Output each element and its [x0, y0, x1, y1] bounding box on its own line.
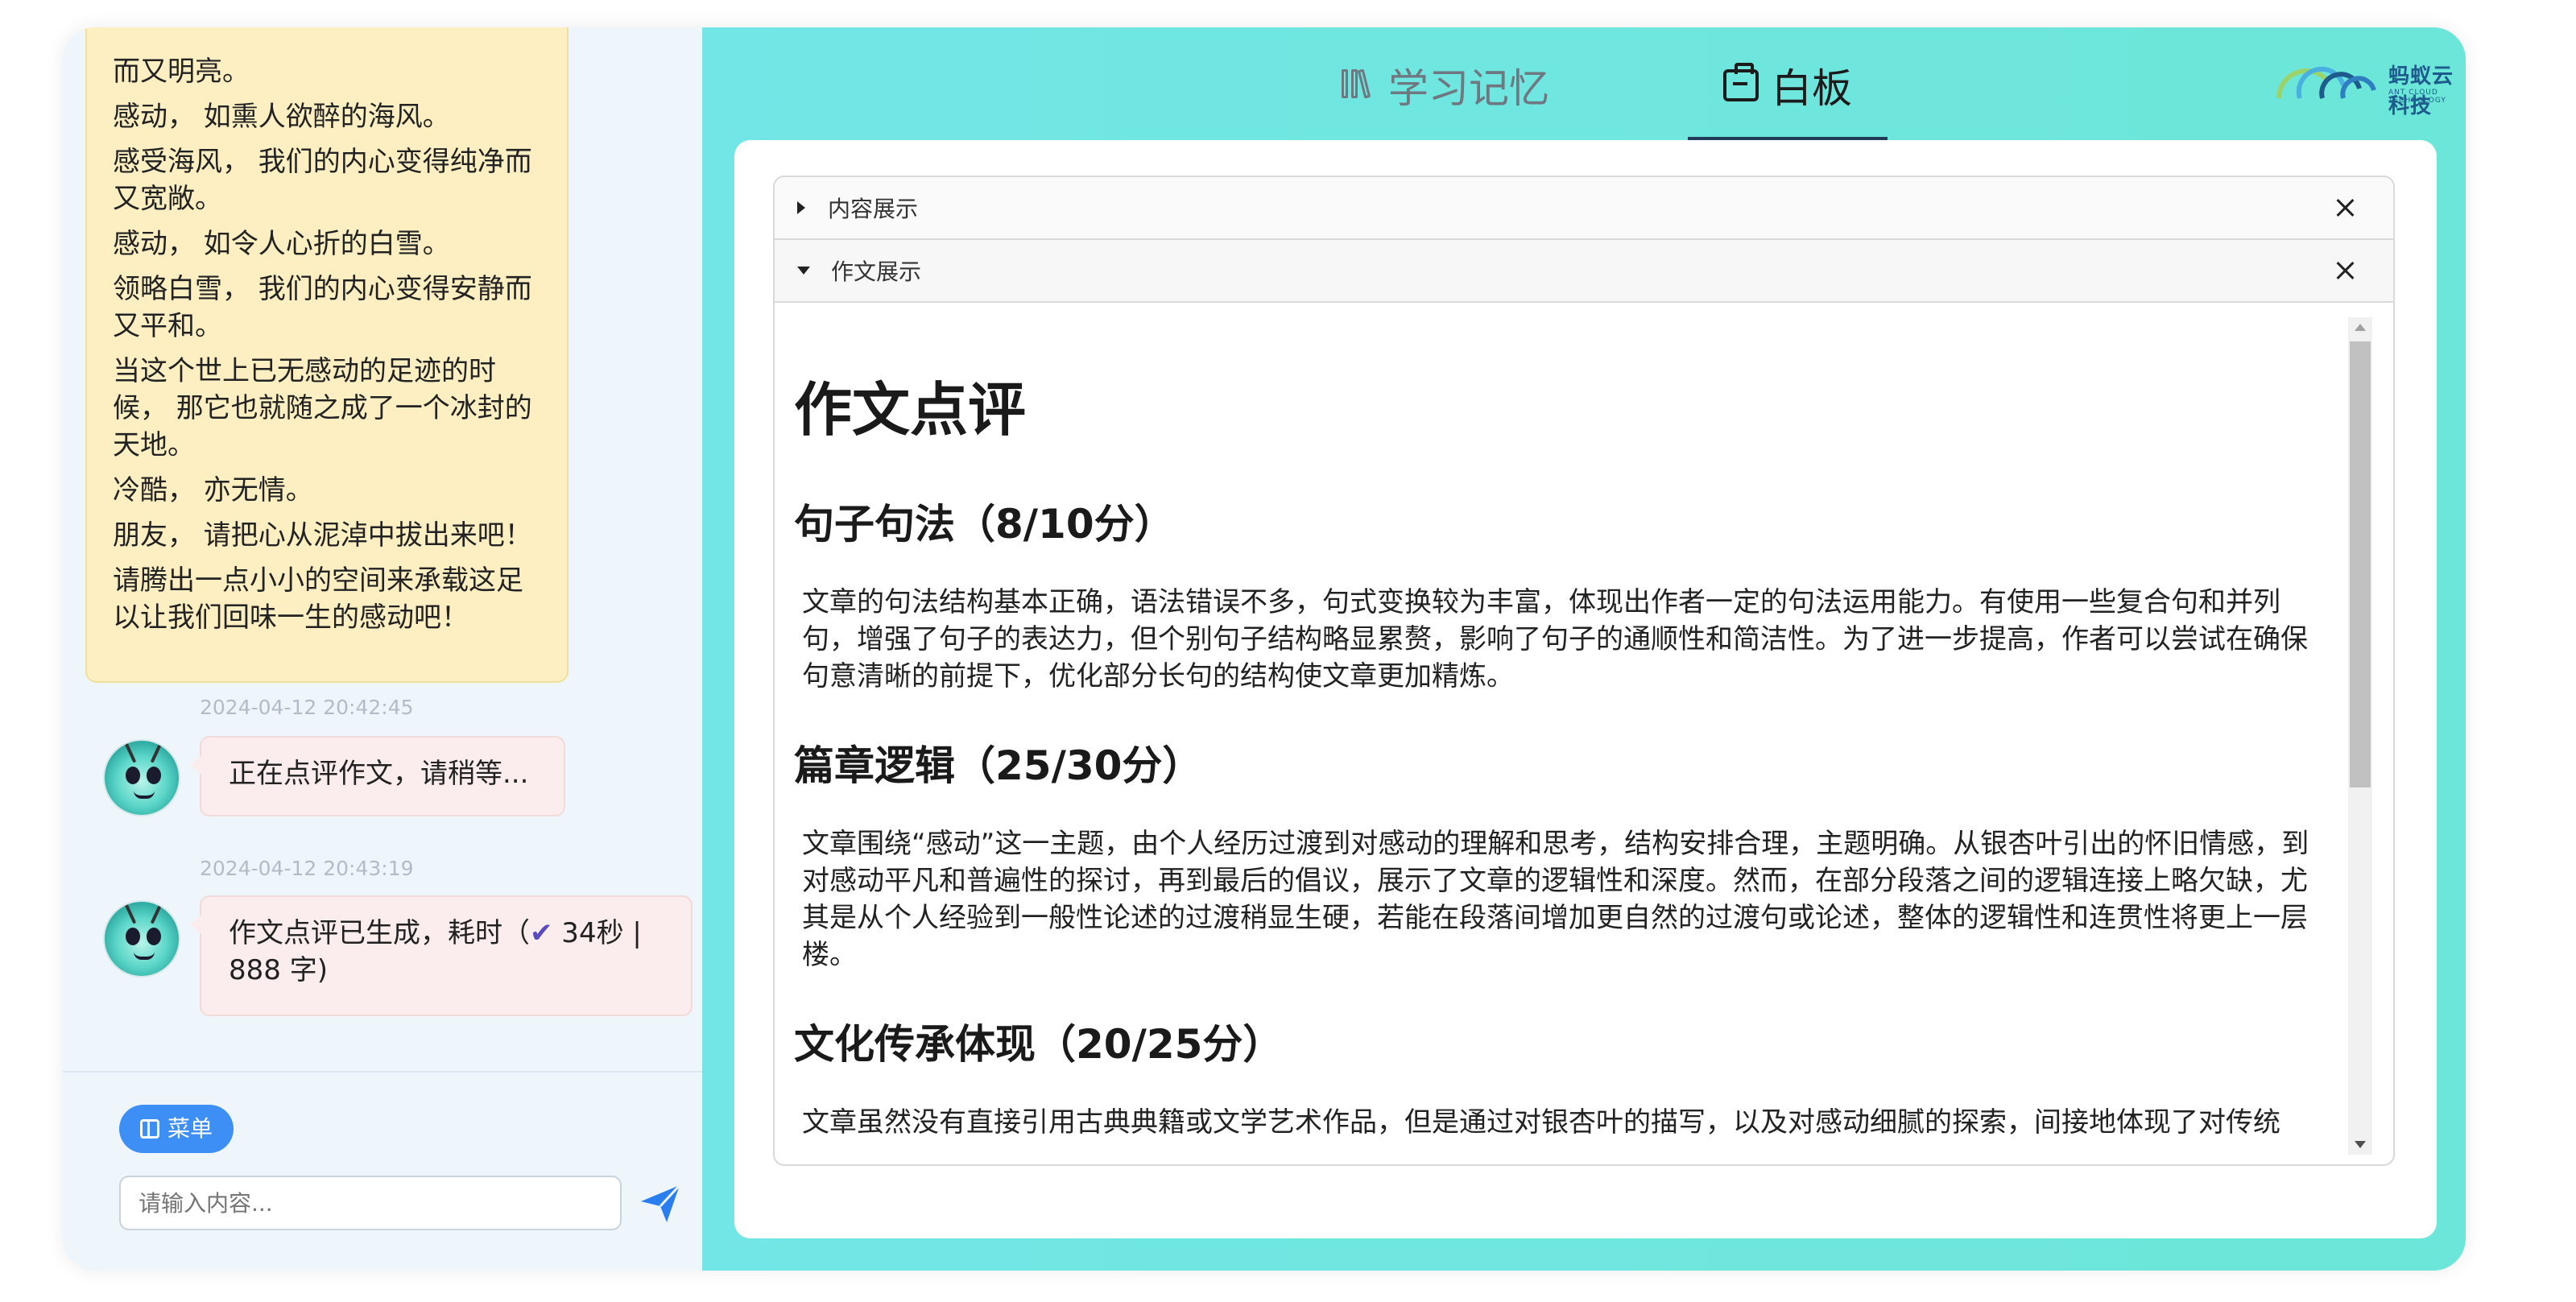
clipboard-icon [1723, 63, 1759, 101]
section-label: 内容展示 [828, 196, 919, 222]
essay-line: 冷酷， 亦无情。 [113, 474, 313, 506]
user-essay-bubble: 而又明亮。 感动， 如熏人欲醉的海风。 感受海风， 我们的内心变得纯净而又宽敞。… [85, 27, 569, 683]
essay-line: 感动， 如令人心折的白雪。 [113, 228, 450, 260]
essay-line: 当这个世上已无感动的足迹的时候， 那它也就随之成了一个冰封的天地。 [113, 355, 532, 461]
bot-message-text: 正在点评作文，请稍等... [229, 758, 529, 790]
caret-down-icon [797, 267, 810, 275]
close-icon[interactable] [2332, 195, 2358, 221]
bot-message-bubble: 正在点评作文，请稍等... [190, 736, 565, 816]
section-body: 文章围绕“感动”这一主题，由个人经历过渡到对感动的理解和思考，结构安排合理，主题… [802, 828, 2309, 971]
brand-logo: 蚂蚁云科技 ANT CLOUD TECHNOLOGY [2276, 56, 2461, 118]
essay-line: 朋友， 请把心从泥淖中拔出来吧！ [113, 519, 532, 552]
caret-right-icon [797, 201, 805, 214]
scroll-down-icon[interactable] [2355, 1141, 2366, 1148]
section-content-display[interactable]: 内容展示 [775, 177, 2393, 240]
menu-icon [140, 1119, 159, 1139]
menu-button-label: 菜单 [167, 1115, 213, 1142]
send-icon[interactable] [636, 1179, 684, 1227]
section-heading: 文化传承体现（20/25分） [794, 1021, 1284, 1068]
tab-bar: 学习记忆 白板 [702, 27, 2466, 140]
bot-avatar [103, 900, 180, 978]
tab-label: 白板 [1772, 65, 1852, 112]
section-heading: 篇章逻辑（25/30分） [794, 742, 1203, 789]
chat-input[interactable] [119, 1176, 622, 1230]
book-icon [1340, 66, 1375, 101]
section-label: 作文展示 [831, 258, 922, 285]
document-scrollbar[interactable] [2348, 317, 2372, 1155]
close-icon[interactable] [2332, 258, 2358, 283]
chat-footer: 菜单 [63, 1071, 702, 1271]
app-window: 而又明亮。 感动， 如熏人欲醉的海风。 感受海风， 我们的内心变得纯净而又宽敞。… [63, 27, 2466, 1271]
essay-line: 请腾出一点小小的空间来承载这足以让我们回味一生的感动吧！ [113, 564, 523, 634]
essay-line: 感受海风， 我们的内心变得纯净而又宽敞。 [113, 146, 532, 215]
whiteboard-card: 内容展示 作文展示 作文点评 句子句法（8/10分） 文章的句法结构基本正确，语… [734, 140, 2437, 1238]
section-essay-display[interactable]: 作文展示 [775, 240, 2393, 303]
menu-button[interactable]: 菜单 [119, 1105, 234, 1153]
essay-line: 而又明亮。 [113, 56, 250, 88]
message-timestamp: 2024-04-12 20:42:45 [200, 696, 414, 719]
scrollbar-thumb[interactable] [2350, 341, 2371, 787]
bot-message-text: 作文点评已生成，耗时（ [229, 917, 530, 949]
tab-whiteboard[interactable]: 白板 [1688, 56, 1888, 140]
section-body: 文章的句法结构基本正确，语法错误不多，句式变换较为丰富，体现出作者一定的句法运用… [802, 586, 2308, 692]
logo-arcs-icon [2276, 66, 2376, 99]
essay-review-document[interactable]: 作文点评 句子句法（8/10分） 文章的句法结构基本正确，语法错误不多，句式变换… [775, 304, 2393, 1164]
scroll-up-icon[interactable] [2355, 324, 2366, 331]
brand-subtitle: ANT CLOUD TECHNOLOGY [2388, 89, 2446, 105]
essay-line: 感动， 如熏人欲醉的海风。 [113, 101, 450, 133]
workspace-area: 学习记忆 白板 蚂蚁云科技 ANT CLOUD TECHNOLOGY 内容展示 [702, 27, 2466, 1271]
bot-message-bubble: 作文点评已生成，耗时（✔ 34秒 | 888 字) [190, 895, 693, 1016]
tab-label: 学习记忆 [1388, 65, 1549, 112]
section-body: 文章虽然没有直接引用古典典籍或文学艺术作品，但是通过对银杏叶的描写，以及对感动细… [802, 1106, 2280, 1139]
check-icon: ✔ [530, 917, 553, 949]
essay-line: 领略白雪， 我们的内心变得安静而又平和。 [113, 273, 532, 342]
chat-panel: 而又明亮。 感动， 如熏人欲醉的海风。 感受海风， 我们的内心变得纯净而又宽敞。… [63, 27, 702, 1271]
tab-learning-memory[interactable]: 学习记忆 [1305, 56, 1585, 140]
message-timestamp: 2024-04-12 20:43:19 [200, 857, 414, 880]
chat-messages[interactable]: 而又明亮。 感动， 如熏人欲醉的海风。 感受海风， 我们的内心变得纯净而又宽敞。… [63, 27, 702, 1071]
collapse-panel: 内容展示 作文展示 作文点评 句子句法（8/10分） 文章的句法结构基本正确，语… [773, 176, 2395, 1166]
document-title: 作文点评 [794, 376, 1027, 444]
bot-avatar [103, 739, 180, 816]
section-heading: 句子句法（8/10分） [794, 501, 1175, 548]
